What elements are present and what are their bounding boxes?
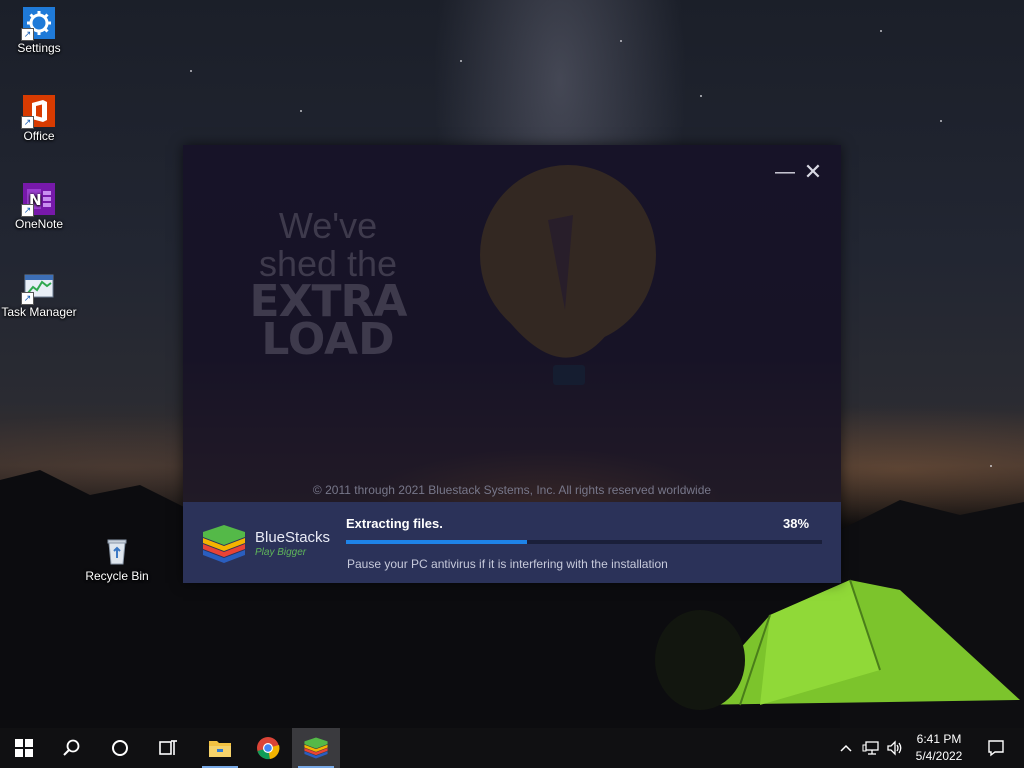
chrome-icon [257, 737, 280, 760]
headline-line: LOAD [261, 314, 395, 365]
start-icon [15, 739, 33, 757]
desktop-icon-onenote[interactable]: N ↗ OneNote [0, 183, 78, 231]
search-button[interactable] [48, 728, 96, 768]
shortcut-arrow-icon: ↗ [21, 292, 34, 305]
bluestacks-icon [304, 737, 328, 759]
status-title: Extracting files. [346, 516, 443, 531]
action-center-button[interactable] [972, 728, 1020, 768]
progress-bar-fill [346, 540, 527, 544]
desktop-icon-label: Office [23, 129, 55, 143]
office-icon: ↗ [21, 95, 55, 129]
volume-button[interactable] [884, 728, 906, 768]
desktop-icon-label: Settings [17, 41, 61, 55]
progress-percent: 38% [783, 516, 810, 531]
brand-tagline: Play Bigger [255, 547, 307, 558]
speaker-icon [887, 740, 902, 756]
desktop-icon-office[interactable]: ↗ Office [0, 95, 78, 143]
brand-name: BlueStacks [255, 529, 331, 546]
headline-line: We've [278, 205, 378, 246]
file-explorer-icon [209, 741, 231, 757]
minimize-button[interactable]: — [775, 162, 795, 182]
status-hint: Pause your PC antivirus if it is interfe… [347, 557, 668, 571]
desktop-icon-label: OneNote [14, 217, 64, 231]
onenote-icon: N ↗ [21, 183, 55, 217]
network-button[interactable] [858, 728, 884, 768]
network-icon [862, 741, 879, 755]
show-hidden-icons-button[interactable] [834, 728, 858, 768]
desktop-icon-label: Recycle Bin [85, 569, 149, 583]
progress-bar [346, 540, 822, 544]
gear-icon: ↗ [21, 7, 55, 41]
shortcut-arrow-icon: ↗ [21, 28, 34, 41]
recycle-bin-icon [101, 535, 133, 567]
desktop-icon-settings[interactable]: ↗ Settings [0, 7, 78, 55]
shortcut-arrow-icon: ↗ [21, 204, 34, 217]
task-manager-icon: ↗ [21, 271, 55, 305]
start-button[interactable] [0, 728, 48, 768]
notification-icon [988, 740, 1004, 757]
clock-date: 5/4/2022 [915, 749, 963, 763]
cortana-icon [112, 740, 128, 756]
clock-time: 6:41 PM [916, 732, 962, 746]
desktop-icon-task-manager[interactable]: ↗ Task Manager [0, 271, 78, 319]
search-icon [63, 739, 80, 756]
copyright-text: © 2011 through 2021 Bluestack Systems, I… [312, 483, 712, 497]
taskbar: 6:41 PM 5/4/2022 [0, 728, 1024, 768]
installer-status-bar: BlueStacks Play Bigger Extracting files.… [183, 502, 841, 583]
taskbar-app-chrome[interactable] [244, 728, 292, 768]
promo-headline: We've shed the EXTRA LOAD [238, 205, 418, 365]
bluestacks-logo-icon [203, 525, 245, 563]
task-view-button[interactable] [144, 728, 192, 768]
task-view-icon [159, 740, 177, 755]
cortana-button[interactable] [96, 728, 144, 768]
taskbar-app-file-explorer[interactable] [196, 728, 244, 768]
shortcut-arrow-icon: ↗ [21, 116, 34, 129]
taskbar-app-bluestacks[interactable] [292, 728, 340, 768]
desktop-icon-label: Task Manager [1, 305, 77, 319]
installer-hero-banner: We've shed the EXTRA LOAD — ✕ © 2011 thr… [183, 145, 841, 502]
desktop-icon-recycle-bin[interactable]: Recycle Bin [78, 535, 156, 583]
close-button[interactable]: ✕ [803, 161, 823, 183]
chevron-up-icon [840, 744, 852, 752]
bluestacks-installer-window: We've shed the EXTRA LOAD — ✕ © 2011 thr… [183, 145, 841, 583]
